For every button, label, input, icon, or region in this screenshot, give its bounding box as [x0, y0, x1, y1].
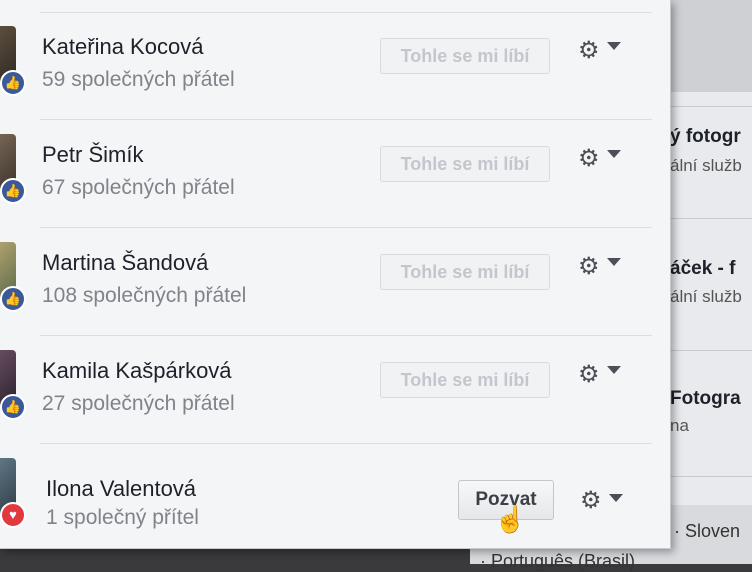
language-link[interactable]: · Português (Brasil)	[480, 551, 635, 572]
mutual-friends[interactable]: 59 společných přátel	[42, 68, 235, 92]
friend-row: 👍 Kamila Kašpárková 27 společných přátel…	[0, 336, 670, 444]
mutual-friends[interactable]: 1 společný přítel	[46, 506, 199, 530]
background-title[interactable]: áček - f	[670, 258, 735, 280]
caret-down-icon[interactable]	[607, 366, 621, 374]
friend-row: 👍 Martina Šandová 108 společných přátel …	[0, 228, 670, 336]
friend-name[interactable]: Martina Šandová	[42, 250, 208, 276]
background-subtitle: ální služb	[670, 156, 742, 175]
gear-icon[interactable]: ⚙	[578, 360, 600, 389]
like-button[interactable]: Tohle se mi líbí	[380, 254, 550, 290]
background-title[interactable]: Fotogra	[670, 388, 741, 410]
like-button[interactable]: Tohle se mi líbí	[380, 146, 550, 182]
friend-row: 👍 Petr Šimík 67 společných přátel Tohle …	[0, 120, 670, 228]
background-subtitle: ální služb	[670, 287, 742, 306]
friend-row: ♥ Ilona Valentová 1 společný přítel Pozv…	[0, 444, 670, 548]
friend-name[interactable]: Ilona Valentová	[46, 476, 196, 502]
friend-name[interactable]: Kamila Kašpárková	[42, 358, 232, 384]
gear-icon[interactable]: ⚙	[578, 36, 600, 65]
mutual-friends[interactable]: 108 společných přátel	[42, 284, 246, 308]
heart-icon: ♥	[0, 502, 26, 528]
caret-down-icon[interactable]	[607, 150, 621, 158]
friend-name[interactable]: Kateřina Kocová	[42, 34, 203, 60]
gear-icon[interactable]: ⚙	[580, 486, 602, 515]
invite-friends-popup: 👍 Kateřina Kocová 59 společných přátel T…	[0, 0, 671, 549]
friend-row: 👍 Kateřina Kocová 59 společných přátel T…	[0, 12, 670, 120]
like-button[interactable]: Tohle se mi líbí	[380, 38, 550, 74]
background-title[interactable]: ý fotogr	[670, 126, 741, 148]
thumbs-up-icon: 👍	[0, 394, 26, 420]
gear-icon[interactable]: ⚙	[578, 144, 600, 173]
thumbs-up-icon: 👍	[0, 70, 26, 96]
language-link[interactable]: · Sloven	[674, 521, 740, 542]
friend-name[interactable]: Petr Šimík	[42, 142, 143, 168]
thumbs-up-icon: 👍	[0, 178, 26, 204]
gear-icon[interactable]: ⚙	[578, 252, 600, 281]
thumbs-up-icon: 👍	[0, 286, 26, 312]
mutual-friends[interactable]: 27 společných přátel	[42, 392, 235, 416]
mutual-friends[interactable]: 67 společných přátel	[42, 176, 235, 200]
background-subtitle: na	[670, 416, 689, 435]
like-button[interactable]: Tohle se mi líbí	[380, 362, 550, 398]
caret-down-icon[interactable]	[609, 494, 623, 502]
caret-down-icon[interactable]	[607, 42, 621, 50]
caret-down-icon[interactable]	[607, 258, 621, 266]
hand-cursor-icon: ☝	[494, 504, 527, 534]
